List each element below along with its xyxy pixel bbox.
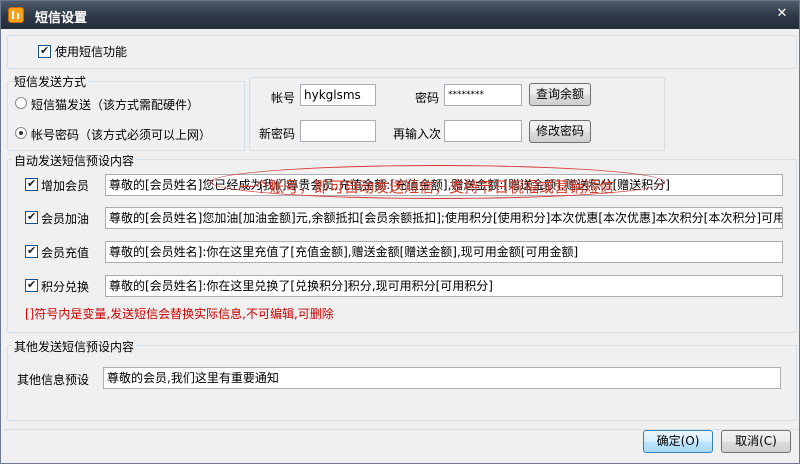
add-member-label: 增加会员 (41, 179, 90, 193)
radio-sms-modem-label: 短信猫发送（该方式需配硬件） (31, 98, 200, 112)
app-icon (8, 7, 24, 23)
radio-sms-modem[interactable] (15, 97, 27, 109)
ok-button[interactable]: 确定(O) (643, 430, 713, 453)
add-member-checkbox[interactable] (25, 177, 38, 191)
variable-note: []符号内是变量,发送短信会替换实际信息,不可编辑,可删除 (25, 307, 334, 321)
title-bar[interactable]: 短信设置 ✕ (1, 1, 799, 29)
other-preset-message-input[interactable]: 尊敬的会员,我们这里有重要通知 (103, 367, 781, 389)
member-refuel-message-input[interactable]: 尊敬的[会员姓名]您加油[加油金额]元,余额抵扣[会员余额抵扣];使用积分[使用… (105, 207, 783, 229)
dialog-body: 使用短信功能 短信发送方式 短信猫发送（该方式需配硬件） 帐号密码（该方式必须可… (3, 29, 799, 463)
confirm-password-input[interactable] (444, 120, 522, 142)
sms-settings-window: 短信设置 ✕ 使用短信功能 短信发送方式 短信猫发送（该方式需配硬件） 帐号密码… (0, 0, 800, 464)
cancel-button[interactable]: 取消(C) (721, 430, 791, 453)
points-redeem-checkbox[interactable] (25, 278, 38, 292)
callout-text: 一个账号，即可自动发送短信；支持节日祝福或营销短信 (239, 178, 615, 196)
other-preset-label: 其他信息预设 (17, 373, 90, 387)
member-refuel-label: 会员加油 (41, 212, 90, 226)
password-label: 密码 (415, 91, 440, 105)
auto-preset-group-label: 自动发送短信预设内容 (12, 152, 137, 169)
other-preset-group-label: 其他发送短信预设内容 (12, 338, 137, 355)
window-title: 短信设置 (35, 11, 88, 26)
new-password-input[interactable] (300, 120, 376, 142)
member-recharge-message-input[interactable]: 尊敬的[会员姓名]:你在这里充值了[充值金额],赠送金额[赠送金额],现可用金额… (105, 241, 783, 263)
account-input[interactable]: hykglsms (300, 84, 376, 106)
member-recharge-label: 会员充值 (41, 246, 90, 260)
confirm-password-label: 再输入次 (393, 127, 442, 141)
radio-account-password-label: 帐号密码（该方式必须可以上网） (31, 128, 212, 142)
new-password-label: 新密码 (259, 127, 296, 141)
enable-sms-label: 使用短信功能 (55, 45, 128, 59)
send-method-group-label: 短信发送方式 (12, 73, 89, 90)
enable-sms-checkbox[interactable] (38, 44, 51, 58)
points-redeem-message-input[interactable]: 尊敬的[会员姓名]:你在这里兑换了[兑换积分]积分,现可用积分[可用积分] (105, 275, 783, 297)
change-password-button[interactable]: 修改密码 (529, 120, 591, 143)
password-input[interactable]: ******** (444, 84, 522, 106)
member-refuel-checkbox[interactable] (25, 210, 38, 224)
member-recharge-checkbox[interactable] (25, 244, 38, 258)
account-label: 帐号 (271, 91, 296, 105)
radio-account-password[interactable] (15, 127, 27, 139)
close-button[interactable]: ✕ (775, 7, 789, 21)
query-balance-button[interactable]: 查询余额 (529, 83, 591, 106)
points-redeem-label: 积分兑换 (41, 280, 90, 294)
